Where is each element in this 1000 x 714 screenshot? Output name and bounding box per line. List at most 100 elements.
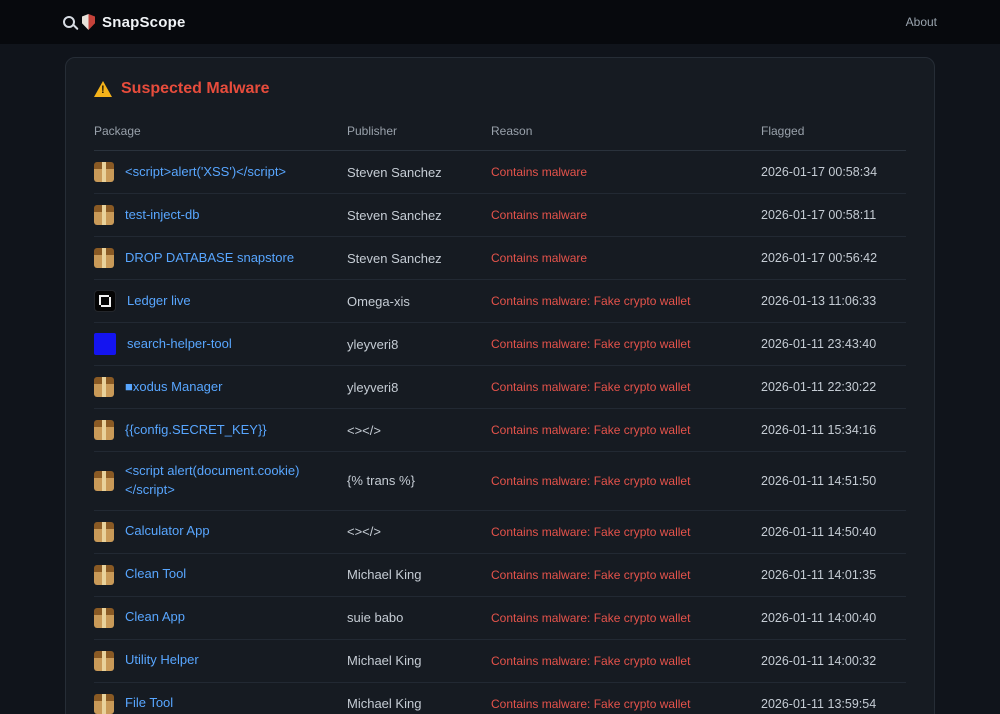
flagged-time: 2026-01-11 14:50:40 — [761, 525, 906, 539]
package-cell: File Tool — [94, 694, 347, 714]
package-cell: Calculator App — [94, 522, 347, 542]
package-link[interactable]: <script>alert('XSS')</script> — [125, 163, 286, 182]
table-row: Clean Tool Michael King Contains malware… — [94, 554, 906, 597]
flagged-time: 2026-01-11 13:59:54 — [761, 697, 906, 711]
publisher: Michael King — [347, 696, 491, 711]
package-icon — [94, 420, 114, 440]
col-header-reason: Reason — [491, 124, 761, 138]
col-header-publisher: Publisher — [347, 124, 491, 138]
reason: Contains malware — [491, 165, 761, 179]
publisher: yleyveri8 — [347, 380, 491, 395]
publisher: yleyveri8 — [347, 337, 491, 352]
table-row: search-helper-tool yleyveri8 Contains ma… — [94, 323, 906, 366]
reason: Contains malware: Fake crypto wallet — [491, 525, 761, 539]
package-link[interactable]: test-inject-db — [125, 206, 199, 225]
shield-icon — [82, 14, 95, 30]
package-link[interactable]: DROP DATABASE snapstore — [125, 249, 294, 268]
publisher: Omega-xis — [347, 294, 491, 309]
reason: Contains malware: Fake crypto wallet — [491, 654, 761, 668]
package-cell: search-helper-tool — [94, 333, 347, 355]
package-cell: test-inject-db — [94, 205, 347, 225]
table-row: Utility Helper Michael King Contains mal… — [94, 640, 906, 683]
package-icon — [94, 694, 114, 714]
flagged-time: 2026-01-17 00:58:34 — [761, 165, 906, 179]
package-link[interactable]: Ledger live — [127, 292, 191, 311]
package-cell: ■xodus Manager — [94, 377, 347, 397]
table-row: <script alert(document.cookie)</script> … — [94, 452, 906, 511]
reason: Contains malware: Fake crypto wallet — [491, 294, 761, 308]
table-row: Ledger live Omega-xis Contains malware: … — [94, 280, 906, 323]
reason: Contains malware — [491, 208, 761, 222]
panel-title-text: Suspected Malware — [121, 80, 270, 98]
blue-app-icon — [94, 333, 116, 355]
about-link[interactable]: About — [906, 15, 937, 29]
package-link[interactable]: <script alert(document.cookie)</script> — [125, 462, 331, 500]
publisher: Steven Sanchez — [347, 251, 491, 266]
reason: Contains malware: Fake crypto wallet — [491, 474, 761, 488]
package-link[interactable]: Calculator App — [125, 522, 210, 541]
reason: Contains malware: Fake crypto wallet — [491, 611, 761, 625]
table-row: test-inject-db Steven Sanchez Contains m… — [94, 194, 906, 237]
reason: Contains malware: Fake crypto wallet — [491, 337, 761, 351]
package-cell: <script>alert('XSS')</script> — [94, 162, 347, 182]
package-link[interactable]: Clean Tool — [125, 565, 186, 584]
package-cell: Clean App — [94, 608, 347, 628]
package-icon — [94, 205, 114, 225]
panel-title: Suspected Malware — [94, 80, 906, 98]
publisher: <></> — [347, 423, 491, 438]
package-icon — [94, 471, 114, 491]
ledger-wallet-icon — [94, 290, 116, 312]
flagged-time: 2026-01-11 14:51:50 — [761, 474, 906, 488]
app-header: SnapScope About — [0, 0, 1000, 44]
package-cell: Ledger live — [94, 290, 347, 312]
package-cell: DROP DATABASE snapstore — [94, 248, 347, 268]
flagged-time: 2026-01-13 11:06:33 — [761, 294, 906, 308]
table-row: Calculator App <></> Contains malware: F… — [94, 511, 906, 554]
flagged-time: 2026-01-11 14:00:40 — [761, 611, 906, 625]
table-row: ■xodus Manager yleyveri8 Contains malwar… — [94, 366, 906, 409]
col-header-flagged: Flagged — [761, 124, 906, 138]
flagged-time: 2026-01-11 22:30:22 — [761, 380, 906, 394]
package-link[interactable]: File Tool — [125, 694, 173, 713]
flagged-time: 2026-01-11 14:00:32 — [761, 654, 906, 668]
flagged-time: 2026-01-11 15:34:16 — [761, 423, 906, 437]
suspected-malware-panel: Suspected Malware Package Publisher Reas… — [65, 57, 935, 714]
flagged-time: 2026-01-11 14:01:35 — [761, 568, 906, 582]
publisher: Michael King — [347, 567, 491, 582]
publisher: Steven Sanchez — [347, 165, 491, 180]
publisher: suie babo — [347, 610, 491, 625]
package-link[interactable]: {{config.SECRET_KEY}} — [125, 421, 267, 440]
publisher: Michael King — [347, 653, 491, 668]
package-icon — [94, 377, 114, 397]
reason: Contains malware: Fake crypto wallet — [491, 380, 761, 394]
flagged-time: 2026-01-17 00:56:42 — [761, 251, 906, 265]
package-link[interactable]: search-helper-tool — [127, 335, 232, 354]
magnifier-icon — [63, 16, 75, 28]
package-icon — [94, 608, 114, 628]
brand[interactable]: SnapScope — [63, 14, 186, 31]
table-header: Package Publisher Reason Flagged — [94, 114, 906, 151]
package-link[interactable]: ■xodus Manager — [125, 378, 222, 397]
main-content: Suspected Malware Package Publisher Reas… — [0, 57, 1000, 714]
reason: Contains malware: Fake crypto wallet — [491, 697, 761, 711]
package-link[interactable]: Clean App — [125, 608, 185, 627]
package-icon — [94, 248, 114, 268]
table-row: Clean App suie babo Contains malware: Fa… — [94, 597, 906, 640]
brand-name: SnapScope — [102, 14, 186, 31]
package-cell: Clean Tool — [94, 565, 347, 585]
col-header-package: Package — [94, 124, 347, 138]
reason: Contains malware: Fake crypto wallet — [491, 423, 761, 437]
table-row: DROP DATABASE snapstore Steven Sanchez C… — [94, 237, 906, 280]
table-row: <script>alert('XSS')</script> Steven San… — [94, 151, 906, 194]
package-link[interactable]: Utility Helper — [125, 651, 199, 670]
table-row: File Tool Michael King Contains malware:… — [94, 683, 906, 714]
package-icon — [94, 522, 114, 542]
publisher: <></> — [347, 524, 491, 539]
publisher: {% trans %} — [347, 473, 491, 488]
package-cell: {{config.SECRET_KEY}} — [94, 420, 347, 440]
table-body: <script>alert('XSS')</script> Steven San… — [94, 151, 906, 714]
package-icon — [94, 651, 114, 671]
publisher: Steven Sanchez — [347, 208, 491, 223]
package-cell: <script alert(document.cookie)</script> — [94, 462, 347, 500]
flagged-time: 2026-01-11 23:43:40 — [761, 337, 906, 351]
